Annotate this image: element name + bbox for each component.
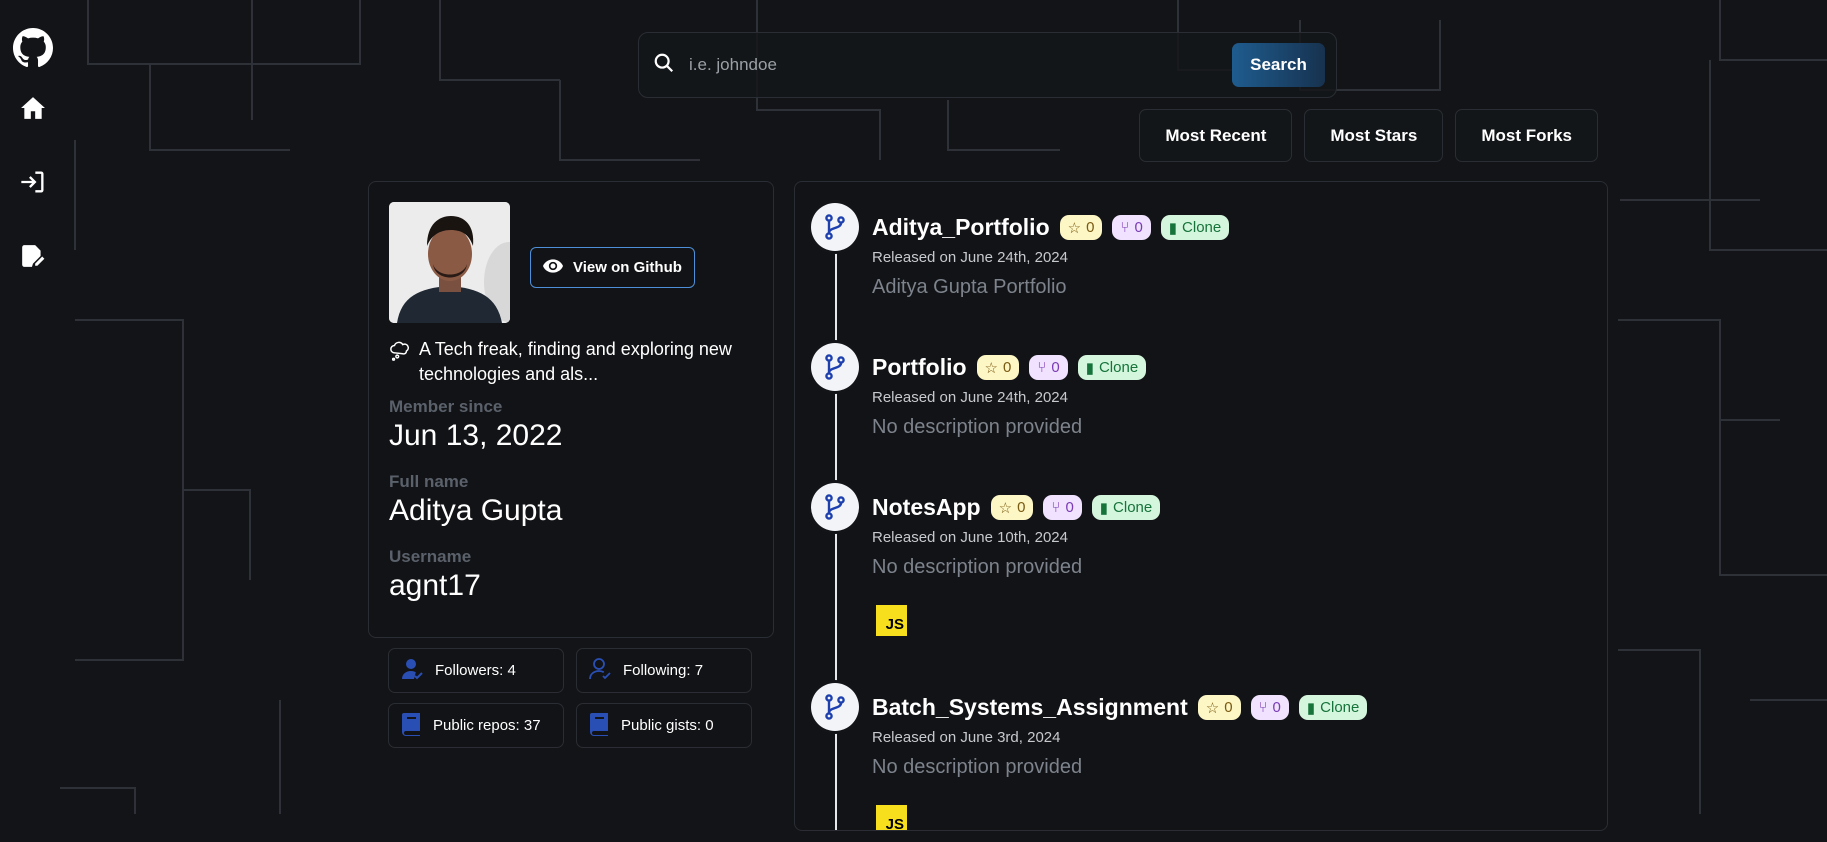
- clone-button[interactable]: ▮ Clone: [1160, 215, 1230, 240]
- release-date: Released on June 10th, 2024: [872, 529, 1068, 546]
- public-repos-text: Public repos: 37: [433, 717, 541, 734]
- repo-description: Aditya Gupta Portfolio: [872, 276, 1067, 298]
- clone-label: Clone: [1098, 359, 1139, 376]
- eye-icon: [543, 258, 563, 277]
- user-check-icon: [401, 657, 425, 685]
- sort-most-recent-button[interactable]: Most Recent: [1139, 109, 1293, 162]
- repo-list: Aditya_Portfolio ☆ 0 ⑂ 0 ▮ Clone Released o…: [794, 181, 1608, 831]
- username-label: Username: [389, 547, 472, 566]
- stars-count: 0: [1003, 359, 1012, 376]
- followers-stat: Followers: 4: [388, 648, 564, 693]
- star-icon: ☆: [984, 359, 998, 377]
- sort-most-stars-button[interactable]: Most Stars: [1304, 109, 1444, 162]
- view-on-github-button[interactable]: View on Github: [530, 247, 695, 288]
- member-since-label: Member since: [389, 397, 503, 416]
- followers-text: Followers: 4: [435, 662, 516, 679]
- sidebar: [0, 0, 66, 842]
- stars-count: 0: [1086, 219, 1095, 236]
- full-name-label: Full name: [389, 472, 469, 491]
- thought-bubble-icon: [389, 337, 411, 387]
- stars-badge: ☆ 0: [976, 355, 1020, 380]
- book-icon: [401, 712, 423, 740]
- sort-options: Most Recent Most Stars Most Forks: [1139, 109, 1598, 162]
- stars-badge: ☆ 0: [1059, 215, 1103, 240]
- search-input[interactable]: [687, 54, 1232, 76]
- forks-count: 0: [1051, 359, 1060, 376]
- stars-count: 0: [1017, 499, 1026, 516]
- star-icon: ☆: [1067, 219, 1082, 237]
- full-name-value: Aditya Gupta: [389, 494, 563, 527]
- repo-description: No description provided: [872, 416, 1083, 438]
- git-branch-icon: [811, 483, 859, 531]
- repo-name[interactable]: Portfolio: [872, 354, 967, 381]
- clone-label: Clone: [1182, 219, 1222, 236]
- forks-count: 0: [1134, 219, 1143, 236]
- git-branch-icon: [811, 683, 859, 731]
- repo-description: No description provided: [872, 556, 1083, 578]
- stars-badge: ☆ 0: [990, 495, 1034, 520]
- forks-badge: ⑂ 0: [1250, 695, 1289, 720]
- github-icon[interactable]: [13, 28, 53, 68]
- bio: A Tech freak, finding and exploring new …: [389, 337, 753, 387]
- copy-icon: ▮: [1099, 499, 1109, 517]
- repo-name[interactable]: NotesApp: [872, 494, 981, 521]
- copy-icon: ▮: [1306, 699, 1316, 717]
- clone-label: Clone: [1320, 699, 1360, 716]
- repo-name[interactable]: Batch_Systems_Assignment: [872, 694, 1188, 721]
- javascript-icon: JS: [876, 605, 907, 636]
- clone-button[interactable]: ▮ Clone: [1091, 495, 1161, 520]
- fork-icon: ⑂: [1051, 499, 1061, 516]
- fork-icon: ⑂: [1258, 699, 1268, 716]
- copy-icon: ▮: [1085, 359, 1094, 377]
- signup-icon[interactable]: [13, 236, 53, 276]
- following-text: Following: 7: [623, 662, 704, 679]
- public-gists-stat: Public gists: 0: [576, 703, 752, 748]
- javascript-icon: JS: [876, 805, 907, 830]
- member-since-value: Jun 13, 2022: [389, 419, 563, 452]
- public-repos-stat: Public repos: 37: [388, 703, 564, 748]
- star-icon: ☆: [1205, 699, 1220, 717]
- forks-badge: ⑂ 0: [1112, 215, 1151, 240]
- login-icon[interactable]: [13, 162, 53, 202]
- star-icon: ☆: [998, 499, 1013, 517]
- profile-card: View on Github A Tech freak, finding and…: [368, 181, 774, 638]
- release-date: Released on June 24th, 2024: [872, 389, 1068, 406]
- repo-description: No description provided: [872, 756, 1083, 778]
- forks-count: 0: [1065, 499, 1074, 516]
- book-icon: [589, 712, 611, 740]
- profile-stats: Followers: 4 Following: 7 Public repos: …: [388, 648, 754, 748]
- forks-badge: ⑂ 0: [1043, 495, 1082, 520]
- stars-count: 0: [1224, 699, 1233, 716]
- repo-name[interactable]: Aditya_Portfolio: [872, 214, 1050, 241]
- bio-text: A Tech freak, finding and exploring new …: [419, 339, 732, 384]
- username-value: agnt17: [389, 569, 481, 602]
- search-bar: Search: [638, 32, 1337, 98]
- forks-badge: ⑂ 0: [1029, 355, 1068, 380]
- fork-icon: ⑂: [1120, 219, 1130, 236]
- clone-button[interactable]: ▮ Clone: [1077, 355, 1147, 380]
- sort-most-forks-button[interactable]: Most Forks: [1455, 109, 1598, 162]
- release-date: Released on June 3rd, 2024: [872, 729, 1061, 746]
- git-branch-icon: [811, 203, 859, 251]
- public-gists-text: Public gists: 0: [621, 717, 714, 734]
- clone-button[interactable]: ▮ Clone: [1298, 695, 1368, 720]
- release-date: Released on June 24th, 2024: [872, 249, 1068, 266]
- fork-icon: ⑂: [1037, 359, 1047, 376]
- search-icon: [653, 52, 675, 79]
- copy-icon: ▮: [1168, 219, 1178, 237]
- following-stat: Following: 7: [576, 648, 752, 693]
- user-following-icon: [589, 657, 613, 685]
- stars-badge: ☆ 0: [1197, 695, 1241, 720]
- search-button[interactable]: Search: [1232, 43, 1325, 87]
- home-icon[interactable]: [13, 88, 53, 128]
- clone-label: Clone: [1113, 499, 1153, 516]
- git-branch-icon: [811, 343, 859, 391]
- avatar: [389, 202, 510, 323]
- view-on-github-label: View on Github: [573, 259, 682, 276]
- forks-count: 0: [1272, 699, 1281, 716]
